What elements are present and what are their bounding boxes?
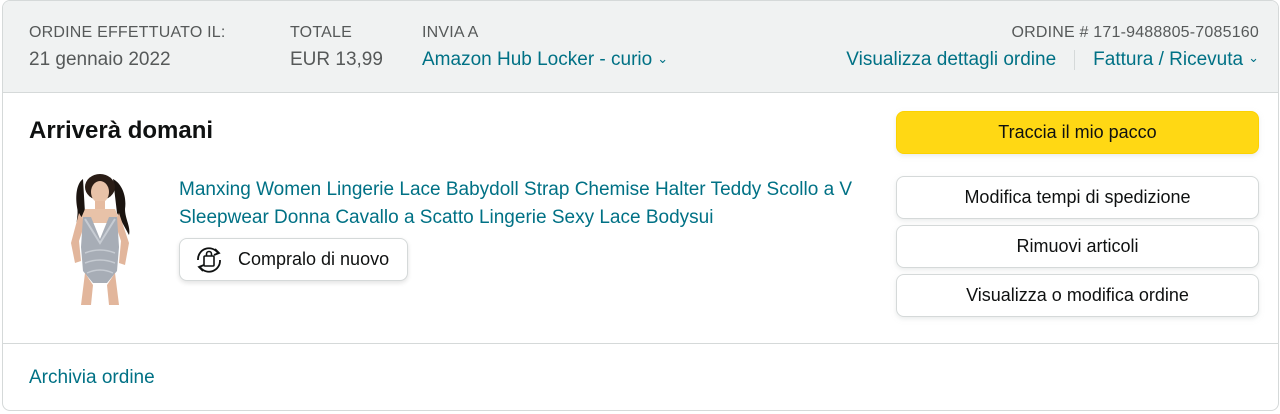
order-date-value: 21 gennaio 2022 — [29, 49, 171, 70]
link-divider — [1074, 50, 1076, 70]
product-image[interactable] — [55, 173, 145, 305]
buy-again-label: Compralo di nuovo — [238, 249, 390, 269]
order-total-value: EUR 13,99 — [290, 49, 383, 70]
track-package-button[interactable]: Traccia il mio pacco — [896, 111, 1259, 154]
order-date-label: ORDINE EFFETTUATO IL: — [29, 24, 226, 41]
chevron-down-icon[interactable]: ⌄ — [657, 47, 668, 71]
remove-items-button[interactable]: Rimuovi articoli — [896, 225, 1259, 268]
buy-again-button[interactable]: Compralo di nuovo — [179, 238, 408, 281]
order-date-block: ORDINE EFFETTUATO IL: 21 gennaio 2022 — [29, 23, 226, 72]
delivery-status: Arriverà domani — [29, 117, 214, 144]
order-total-label: TOTALE — [290, 24, 352, 41]
order-footer: Archivia ordine — [3, 343, 1278, 410]
buy-again-icon — [197, 246, 221, 273]
ship-to-block: INVIA A Amazon Hub Locker - curio ⌄ — [422, 23, 668, 73]
ship-to-label: INVIA A — [422, 24, 479, 41]
order-actions: Traccia il mio pacco Modifica tempi di s… — [896, 111, 1259, 317]
archive-order-link[interactable]: Archivia ordine — [29, 366, 155, 390]
order-details-link[interactable]: Visualizza dettagli ordine — [846, 48, 1056, 72]
order-number-block: ORDINE # 171-9488805-7085160 Visualizza … — [846, 23, 1259, 72]
invoice-dropdown[interactable]: Fattura / Ricevuta — [1093, 48, 1243, 72]
order-card: ORDINE EFFETTUATO IL: 21 gennaio 2022 TO… — [2, 0, 1279, 411]
order-links: Visualizza dettagli ordine Fattura / Ric… — [846, 48, 1259, 72]
ship-to-value[interactable]: Amazon Hub Locker - curio — [422, 49, 652, 70]
ship-to-dropdown[interactable]: Amazon Hub Locker - curio ⌄ — [422, 48, 668, 73]
product-title-link[interactable]: Manxing Women Lingerie Lace Babydoll Str… — [179, 176, 869, 232]
chevron-down-icon[interactable]: ⌄ — [1248, 46, 1259, 70]
order-total-block: TOTALE EUR 13,99 — [290, 23, 383, 72]
view-edit-order-button[interactable]: Visualizza o modifica ordine — [896, 274, 1259, 317]
change-shipping-button[interactable]: Modifica tempi di spedizione — [896, 176, 1259, 219]
order-header: ORDINE EFFETTUATO IL: 21 gennaio 2022 TO… — [3, 1, 1278, 93]
order-number: ORDINE # 171-9488805-7085160 — [1011, 24, 1259, 41]
